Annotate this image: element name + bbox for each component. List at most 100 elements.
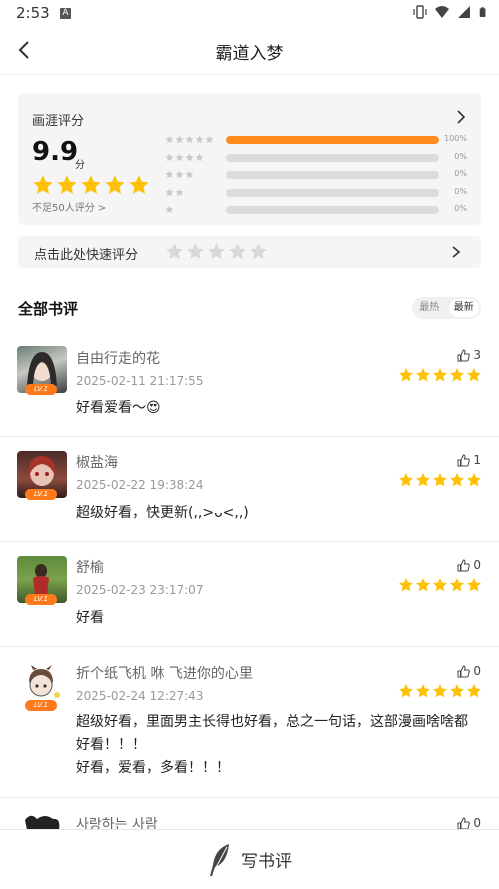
star-icon [450, 684, 464, 698]
star-icon [165, 205, 174, 214]
reviewer-name[interactable]: 舒榆 [76, 557, 104, 577]
review-date: 2025-02-23 23:17:07 [76, 583, 204, 597]
star-icon[interactable] [165, 242, 184, 261]
quick-rate-bar[interactable]: 点击此处快速评分 [18, 236, 481, 268]
star-icon [175, 170, 184, 179]
notification-icon: A [60, 8, 71, 19]
sort-toggle[interactable]: 最热 最新 [412, 297, 481, 319]
distribution-bar-fill [226, 136, 439, 144]
distribution-stars [165, 135, 214, 144]
rating-distribution: 100% 0% 0% 0% 0% [165, 133, 475, 221]
star-icon [129, 175, 149, 194]
star-icon [433, 684, 447, 698]
distribution-stars [165, 153, 204, 162]
thumbs-up-icon [457, 816, 471, 829]
status-bar: 2:53 A [0, 0, 499, 28]
quick-rate-stars[interactable] [165, 242, 268, 261]
feather-pen-icon [210, 843, 229, 876]
review-item: LV.1 折个纸飞机 咻 飞进你的心里 2025-02-24 12:27:43 … [0, 647, 499, 798]
star-icon [175, 188, 184, 196]
thumbs-up-icon [457, 348, 471, 361]
thumbs-up-icon [457, 664, 471, 677]
review-date: 2025-02-22 19:38:24 [76, 478, 204, 492]
level-badge: LV.1 [25, 489, 57, 500]
page-title: 霸道入梦 [215, 44, 284, 64]
star-icon [450, 368, 464, 382]
distribution-bar [226, 171, 439, 179]
quick-rate-label: 点击此处快速评分 [34, 248, 139, 263]
distribution-stars [165, 205, 174, 214]
star-icon [433, 368, 447, 382]
distribution-row: 0% [165, 151, 475, 169]
review-text: 好看爱看～😍 [76, 400, 161, 416]
write-review-label: 写书评 [241, 852, 292, 872]
distribution-percent: 0% [454, 169, 467, 178]
level-badge: LV.1 [25, 384, 57, 395]
review-text: 超级好看，快更新(,,>ᴗ<,,) [76, 505, 249, 521]
rating-summary-card[interactable]: 画涯评分 9.9 分 不足50人评分 > 100% 0% 0% 0% 0% [18, 93, 481, 225]
distribution-percent: 100% [444, 134, 467, 143]
like-count: 0 [473, 558, 481, 572]
distribution-row: 0% [165, 203, 475, 221]
star-icon [165, 135, 174, 144]
star-icon [416, 684, 430, 698]
review-stars [398, 472, 482, 488]
review-item: LV.1 椒盐海 2025-02-22 19:38:24 超级好看，快更新(,,… [0, 437, 499, 542]
star-icon [175, 135, 184, 144]
star-icon[interactable] [249, 242, 268, 261]
reviewer-name[interactable]: 自由行走的花 [76, 348, 160, 368]
sort-new-option[interactable]: 最新 [448, 299, 479, 317]
star-icon [165, 188, 174, 196]
wifi-icon [435, 6, 449, 18]
like-count: 0 [473, 664, 481, 678]
star-icon [399, 684, 413, 698]
like-button[interactable]: 3 [457, 348, 481, 362]
sort-hot-option[interactable]: 最热 [414, 299, 445, 317]
star-icon[interactable] [207, 242, 226, 261]
reviewer-name[interactable]: 折个纸飞机 咻 飞进你的心里 [76, 663, 253, 683]
star-icon [467, 578, 481, 592]
star-icon [416, 368, 430, 382]
signal-icon [458, 6, 470, 18]
star-icon [165, 170, 174, 179]
star-icon[interactable] [228, 242, 247, 261]
star-icon [433, 473, 447, 487]
star-icon[interactable] [186, 242, 205, 261]
star-icon [165, 153, 174, 161]
star-icon [399, 473, 413, 487]
distribution-bar [226, 206, 439, 214]
distribution-bar [226, 136, 439, 144]
star-icon [185, 135, 194, 144]
star-icon [195, 135, 204, 144]
level-badge: LV.1 [25, 700, 57, 711]
review-stars [398, 683, 482, 699]
review-item: LV.1 自由行走的花 2025-02-11 21:17:55 好看爱看～😍 3 [0, 334, 499, 437]
vibrate-icon [413, 5, 427, 19]
distribution-percent: 0% [454, 204, 467, 213]
reviewer-name[interactable]: 椒盐海 [76, 452, 118, 472]
write-review-button[interactable]: 写书评 [0, 830, 499, 889]
review-text: 好看 [76, 610, 104, 626]
like-count: 3 [473, 348, 481, 362]
star-icon [450, 473, 464, 487]
distribution-stars [165, 188, 184, 197]
bottom-bar: 写书评 [0, 829, 499, 889]
like-button[interactable]: 0 [457, 816, 481, 830]
star-icon [175, 153, 184, 161]
like-button[interactable]: 1 [457, 453, 481, 467]
star-icon [195, 153, 204, 161]
like-button[interactable]: 0 [457, 558, 481, 572]
star-icon [57, 175, 77, 194]
distribution-bar [226, 188, 439, 197]
chevron-right-icon [452, 246, 461, 258]
level-badge: LV.1 [25, 594, 57, 605]
star-icon [467, 368, 481, 382]
star-icon [205, 135, 214, 144]
star-icon [81, 175, 101, 194]
distribution-percent: 0% [454, 151, 467, 161]
distribution-row: 100% [165, 133, 475, 151]
rating-stars [32, 174, 150, 196]
star-icon [185, 170, 194, 179]
thumbs-up-icon [457, 453, 471, 466]
like-button[interactable]: 0 [457, 664, 481, 678]
